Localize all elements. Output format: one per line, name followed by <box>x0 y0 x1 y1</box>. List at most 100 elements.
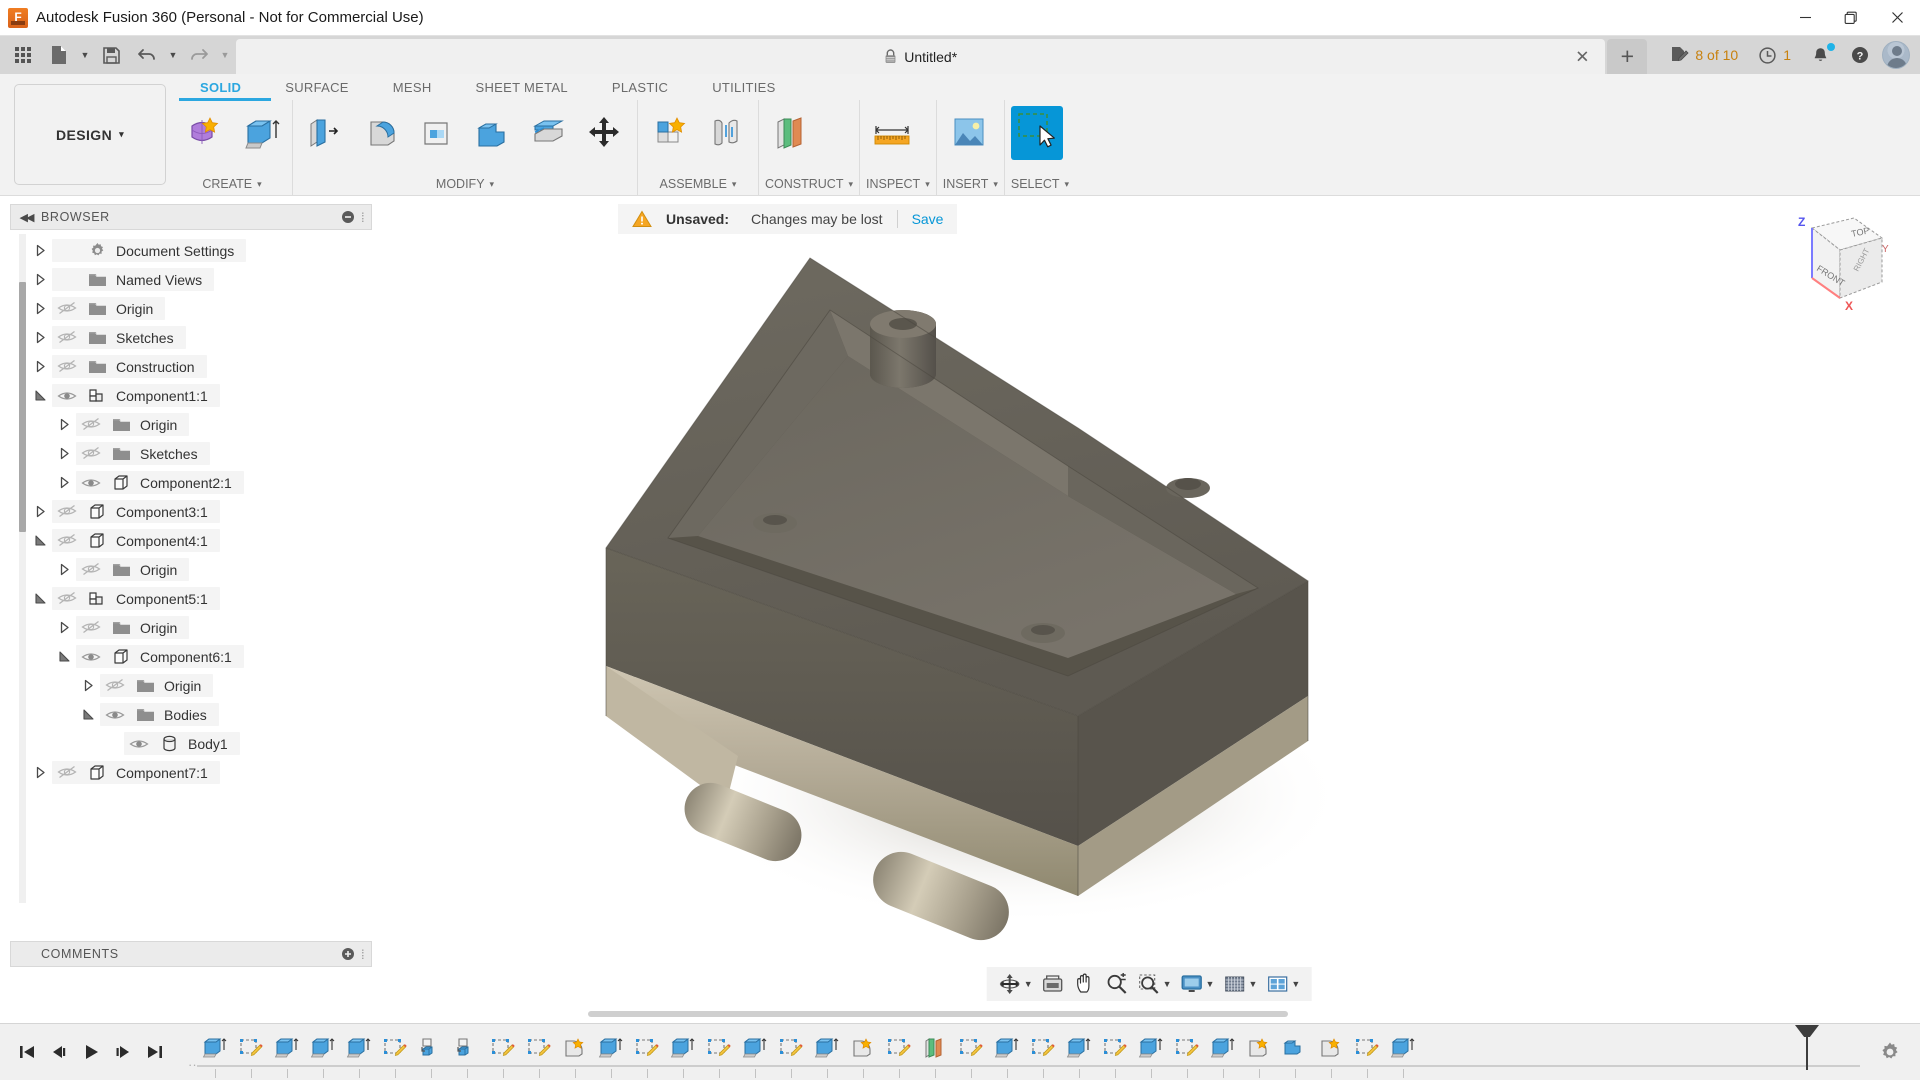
timeline-feature-node[interactable] <box>845 1028 881 1078</box>
timeline-marker[interactable] <box>1806 1028 1808 1070</box>
browser-minus-icon[interactable] <box>335 210 361 224</box>
tree-expand-toggle[interactable] <box>28 766 52 779</box>
fillet-icon[interactable] <box>355 106 407 160</box>
tree-item[interactable]: Origin <box>100 674 214 697</box>
tree-item[interactable]: Origin <box>76 558 190 581</box>
tree-row[interactable]: Body1 <box>10 729 372 758</box>
tree-item[interactable]: Body1 <box>124 732 240 755</box>
timeline-feature-node[interactable] <box>1349 1028 1385 1078</box>
visibility-toggle[interactable] <box>52 591 82 606</box>
visibility-toggle[interactable] <box>52 301 82 316</box>
tree-item[interactable]: Component5:1 <box>52 587 220 610</box>
tree-row[interactable]: Component4:1 <box>10 526 372 555</box>
press-pull-icon[interactable] <box>299 106 351 160</box>
orbit-icon[interactable]: ▼ <box>995 969 1036 999</box>
timeline-step-forward-button[interactable] <box>110 1037 136 1067</box>
panel-construct-label[interactable]: CONSTRUCT ▾ <box>765 173 853 195</box>
view-cube[interactable]: TOP FRONT RIGHT Z X Y <box>1770 210 1890 320</box>
visibility-toggle[interactable] <box>124 737 154 751</box>
viewports-icon[interactable]: ▼ <box>1262 969 1303 999</box>
viewports-caret-icon[interactable]: ▼ <box>1291 979 1300 989</box>
tree-expand-toggle[interactable] <box>28 302 52 315</box>
timeline-feature-node[interactable] <box>413 1028 449 1078</box>
timeline-feature-node[interactable] <box>881 1028 917 1078</box>
panel-select-label[interactable]: SELECT ▾ <box>1011 173 1069 195</box>
timeline-feature-node[interactable] <box>197 1028 233 1078</box>
extrude-icon[interactable] <box>234 106 286 160</box>
close-window-button[interactable] <box>1874 0 1920 36</box>
timeline-play-button[interactable] <box>78 1037 104 1067</box>
timeline-feature-node[interactable] <box>1169 1028 1205 1078</box>
redo-caret-icon[interactable]: ▼ <box>218 39 232 71</box>
tree-row[interactable]: Component7:1 <box>10 758 372 787</box>
tree-item[interactable]: Component3:1 <box>52 500 220 523</box>
browser-grip-icon[interactable]: ⁞ <box>361 210 371 225</box>
tree-item[interactable]: Bodies <box>100 703 219 726</box>
tree-expand-toggle[interactable] <box>76 708 100 721</box>
tree-row[interactable]: Component2:1 <box>10 468 372 497</box>
tree-row[interactable]: Component1:1 <box>10 381 372 410</box>
zoom-window-caret-icon[interactable]: ▼ <box>1163 979 1172 989</box>
ribbon-tab-mesh[interactable]: MESH <box>371 74 454 100</box>
timeline-feature-node[interactable] <box>1241 1028 1277 1078</box>
timeline-feature-node[interactable] <box>1025 1028 1061 1078</box>
timeline-feature-node[interactable] <box>809 1028 845 1078</box>
tree-expand-toggle[interactable] <box>52 621 76 634</box>
display-settings-icon[interactable]: ▼ <box>1177 969 1218 999</box>
measure-icon[interactable] <box>866 106 918 160</box>
timeline-feature-node[interactable] <box>917 1028 953 1078</box>
visibility-toggle[interactable] <box>52 330 82 345</box>
close-tab-icon[interactable]: ✕ <box>1573 48 1591 65</box>
zoom-icon[interactable] <box>1102 969 1132 999</box>
tree-row[interactable]: Origin <box>10 294 372 323</box>
visibility-toggle[interactable] <box>76 562 106 577</box>
panel-insert-label[interactable]: INSERT ▾ <box>943 173 998 195</box>
pan-icon[interactable] <box>1070 969 1100 999</box>
tree-item[interactable]: Component7:1 <box>52 761 220 784</box>
visibility-toggle[interactable] <box>52 359 82 374</box>
tree-row[interactable]: Document Settings <box>10 236 372 265</box>
tree-item[interactable]: Sketches <box>76 442 210 465</box>
comments-grip-icon[interactable]: ⁞ <box>361 947 371 962</box>
ribbon-tab-solid[interactable]: SOLID <box>178 74 263 100</box>
visibility-toggle[interactable] <box>52 504 82 519</box>
panel-modify-label[interactable]: MODIFY ▾ <box>299 173 631 195</box>
workspace-selector[interactable]: DESIGN ▾ <box>14 84 166 185</box>
notifications-button[interactable] <box>1803 39 1838 71</box>
tree-expand-toggle[interactable] <box>28 331 52 344</box>
canvas-scroll-thumb[interactable] <box>588 1011 1288 1017</box>
tree-row[interactable]: Named Views <box>10 265 372 294</box>
move-copy-icon[interactable] <box>579 106 631 160</box>
undo-caret-icon[interactable]: ▼ <box>166 39 180 71</box>
document-tab[interactable]: Untitled* ✕ <box>236 39 1606 74</box>
tree-expand-toggle[interactable] <box>28 244 52 257</box>
tree-expand-toggle[interactable] <box>52 418 76 431</box>
display-settings-caret-icon[interactable]: ▼ <box>1206 979 1215 989</box>
grid-snaps-caret-icon[interactable]: ▼ <box>1248 979 1257 989</box>
tree-item[interactable]: Component4:1 <box>52 529 220 552</box>
new-document-icon[interactable] <box>42 39 76 71</box>
visibility-toggle[interactable] <box>52 765 82 780</box>
visibility-toggle[interactable] <box>76 446 106 461</box>
timeline-feature-node[interactable] <box>341 1028 377 1078</box>
timeline-feature-node[interactable] <box>989 1028 1025 1078</box>
panel-create-label[interactable]: CREATE ▾ <box>178 173 286 195</box>
tree-item[interactable]: Origin <box>76 413 190 436</box>
maximize-restore-button[interactable] <box>1828 0 1874 36</box>
timeline-feature-node[interactable] <box>737 1028 773 1078</box>
undo-icon[interactable] <box>130 39 164 71</box>
grid-snaps-icon[interactable]: ▼ <box>1219 969 1260 999</box>
timeline-feature-node[interactable] <box>521 1028 557 1078</box>
visibility-toggle[interactable] <box>76 417 106 432</box>
construct-plane-icon[interactable] <box>765 106 817 160</box>
timeline-feature-node[interactable] <box>269 1028 305 1078</box>
timeline-feature-node[interactable] <box>485 1028 521 1078</box>
timeline-feature-node[interactable] <box>665 1028 701 1078</box>
ribbon-tab-utilities[interactable]: UTILITIES <box>690 74 797 100</box>
visibility-toggle[interactable] <box>76 650 106 664</box>
timeline-feature-node[interactable] <box>1277 1028 1313 1078</box>
jobs-indicator[interactable]: 1 <box>1750 39 1799 71</box>
tree-expand-toggle[interactable] <box>28 505 52 518</box>
timeline-feature-node[interactable] <box>377 1028 413 1078</box>
tree-row[interactable]: Origin <box>10 613 372 642</box>
